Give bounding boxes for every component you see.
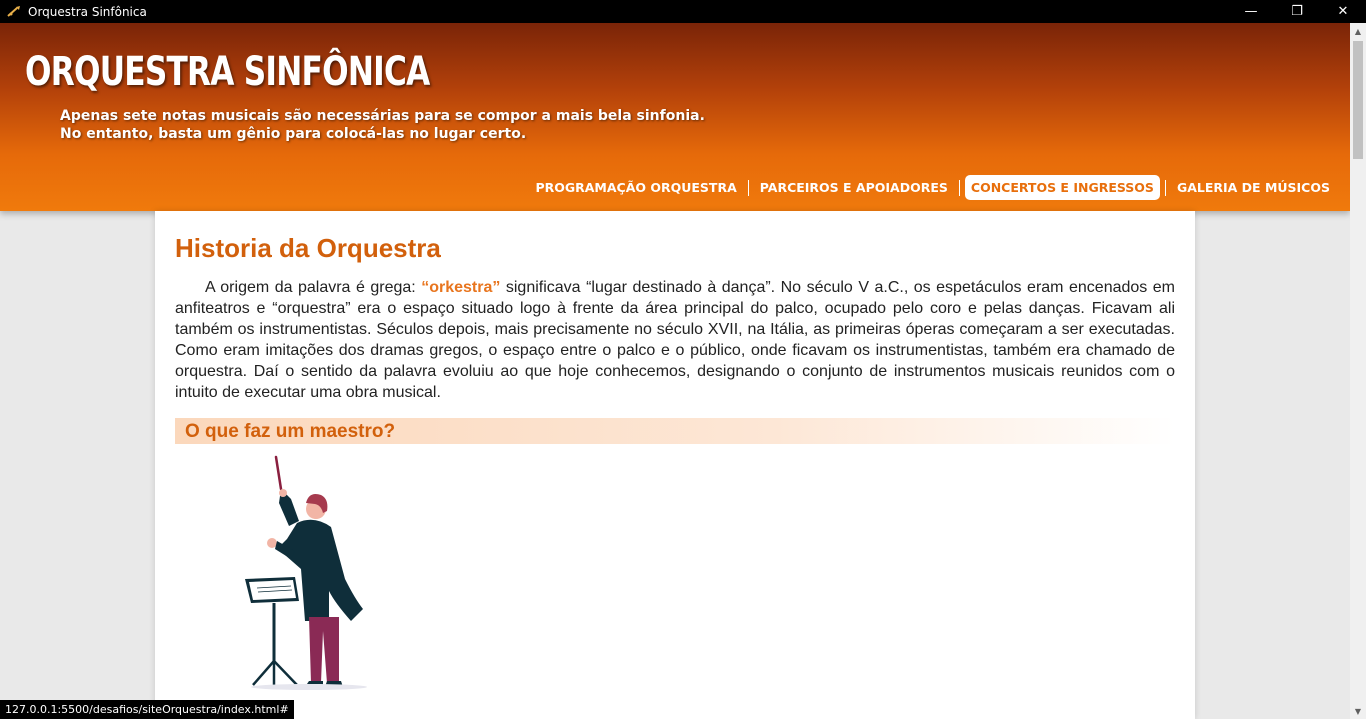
window-controls: — ❐ ✕ [1228,0,1366,23]
paragraph-text-rest: significava “lugar destinado à dança”. N… [175,279,1176,401]
page-scrollbar[interactable]: ▲ ▼ [1350,23,1366,719]
section-heading-bar: O que faz um maestro? [175,418,1175,444]
paragraph-text-start: A origem da palavra é grega: [205,279,422,296]
main-nav: PROGRAMAÇÃO ORQUESTRA PARCEIROS E APOIAD… [529,175,1336,200]
nav-galeria-musicos[interactable]: GALERIA DE MÚSICOS [1171,175,1336,200]
status-bar-url: 127.0.0.1:5500/desafios/siteOrquestra/in… [0,700,294,719]
site-tagline: Apenas sete notas musicais são necessári… [60,107,705,143]
main-content: Historia da Orquestra A origem da palavr… [155,211,1195,719]
nav-programacao-orquestra[interactable]: PROGRAMAÇÃO ORQUESTRA [529,175,742,200]
close-button[interactable]: ✕ [1320,0,1366,23]
page-title: Historia da Orquestra [175,233,441,263]
nav-separator [958,179,960,196]
site-header: ORQUESTRA SINFÔNICA Apenas sete notas mu… [0,23,1350,211]
conductor-illustration [245,455,367,690]
scroll-down-arrow-icon[interactable]: ▼ [1350,703,1366,719]
tagline-line-2: No entanto, basta um gênio para colocá-l… [60,126,527,142]
orkestra-highlight: “orkestra” [421,279,501,296]
window-titlebar: Orquestra Sinfônica — ❐ ✕ [0,0,1366,23]
site-title: ORQUESTRA SINFÔNICA [25,49,430,95]
restore-button[interactable]: ❐ [1274,0,1320,23]
nav-separator [1164,179,1166,196]
nav-separator [747,179,749,196]
tagline-line-1: Apenas sete notas musicais são necessári… [60,108,705,124]
trumpet-icon [7,5,20,17]
history-paragraph: A origem da palavra é grega: “orkestra” … [175,277,1175,403]
nav-parceiros-apoiadores[interactable]: PARCEIROS E APOIADORES [754,175,954,200]
section-heading: O que faz um maestro? [185,421,396,442]
minimize-button[interactable]: — [1228,0,1274,23]
window-title: Orquestra Sinfônica [28,4,147,19]
nav-concertos-ingressos[interactable]: CONCERTOS E INGRESSOS [964,175,1160,200]
scroll-up-arrow-icon[interactable]: ▲ [1350,23,1366,39]
scrollbar-thumb[interactable] [1353,41,1363,159]
